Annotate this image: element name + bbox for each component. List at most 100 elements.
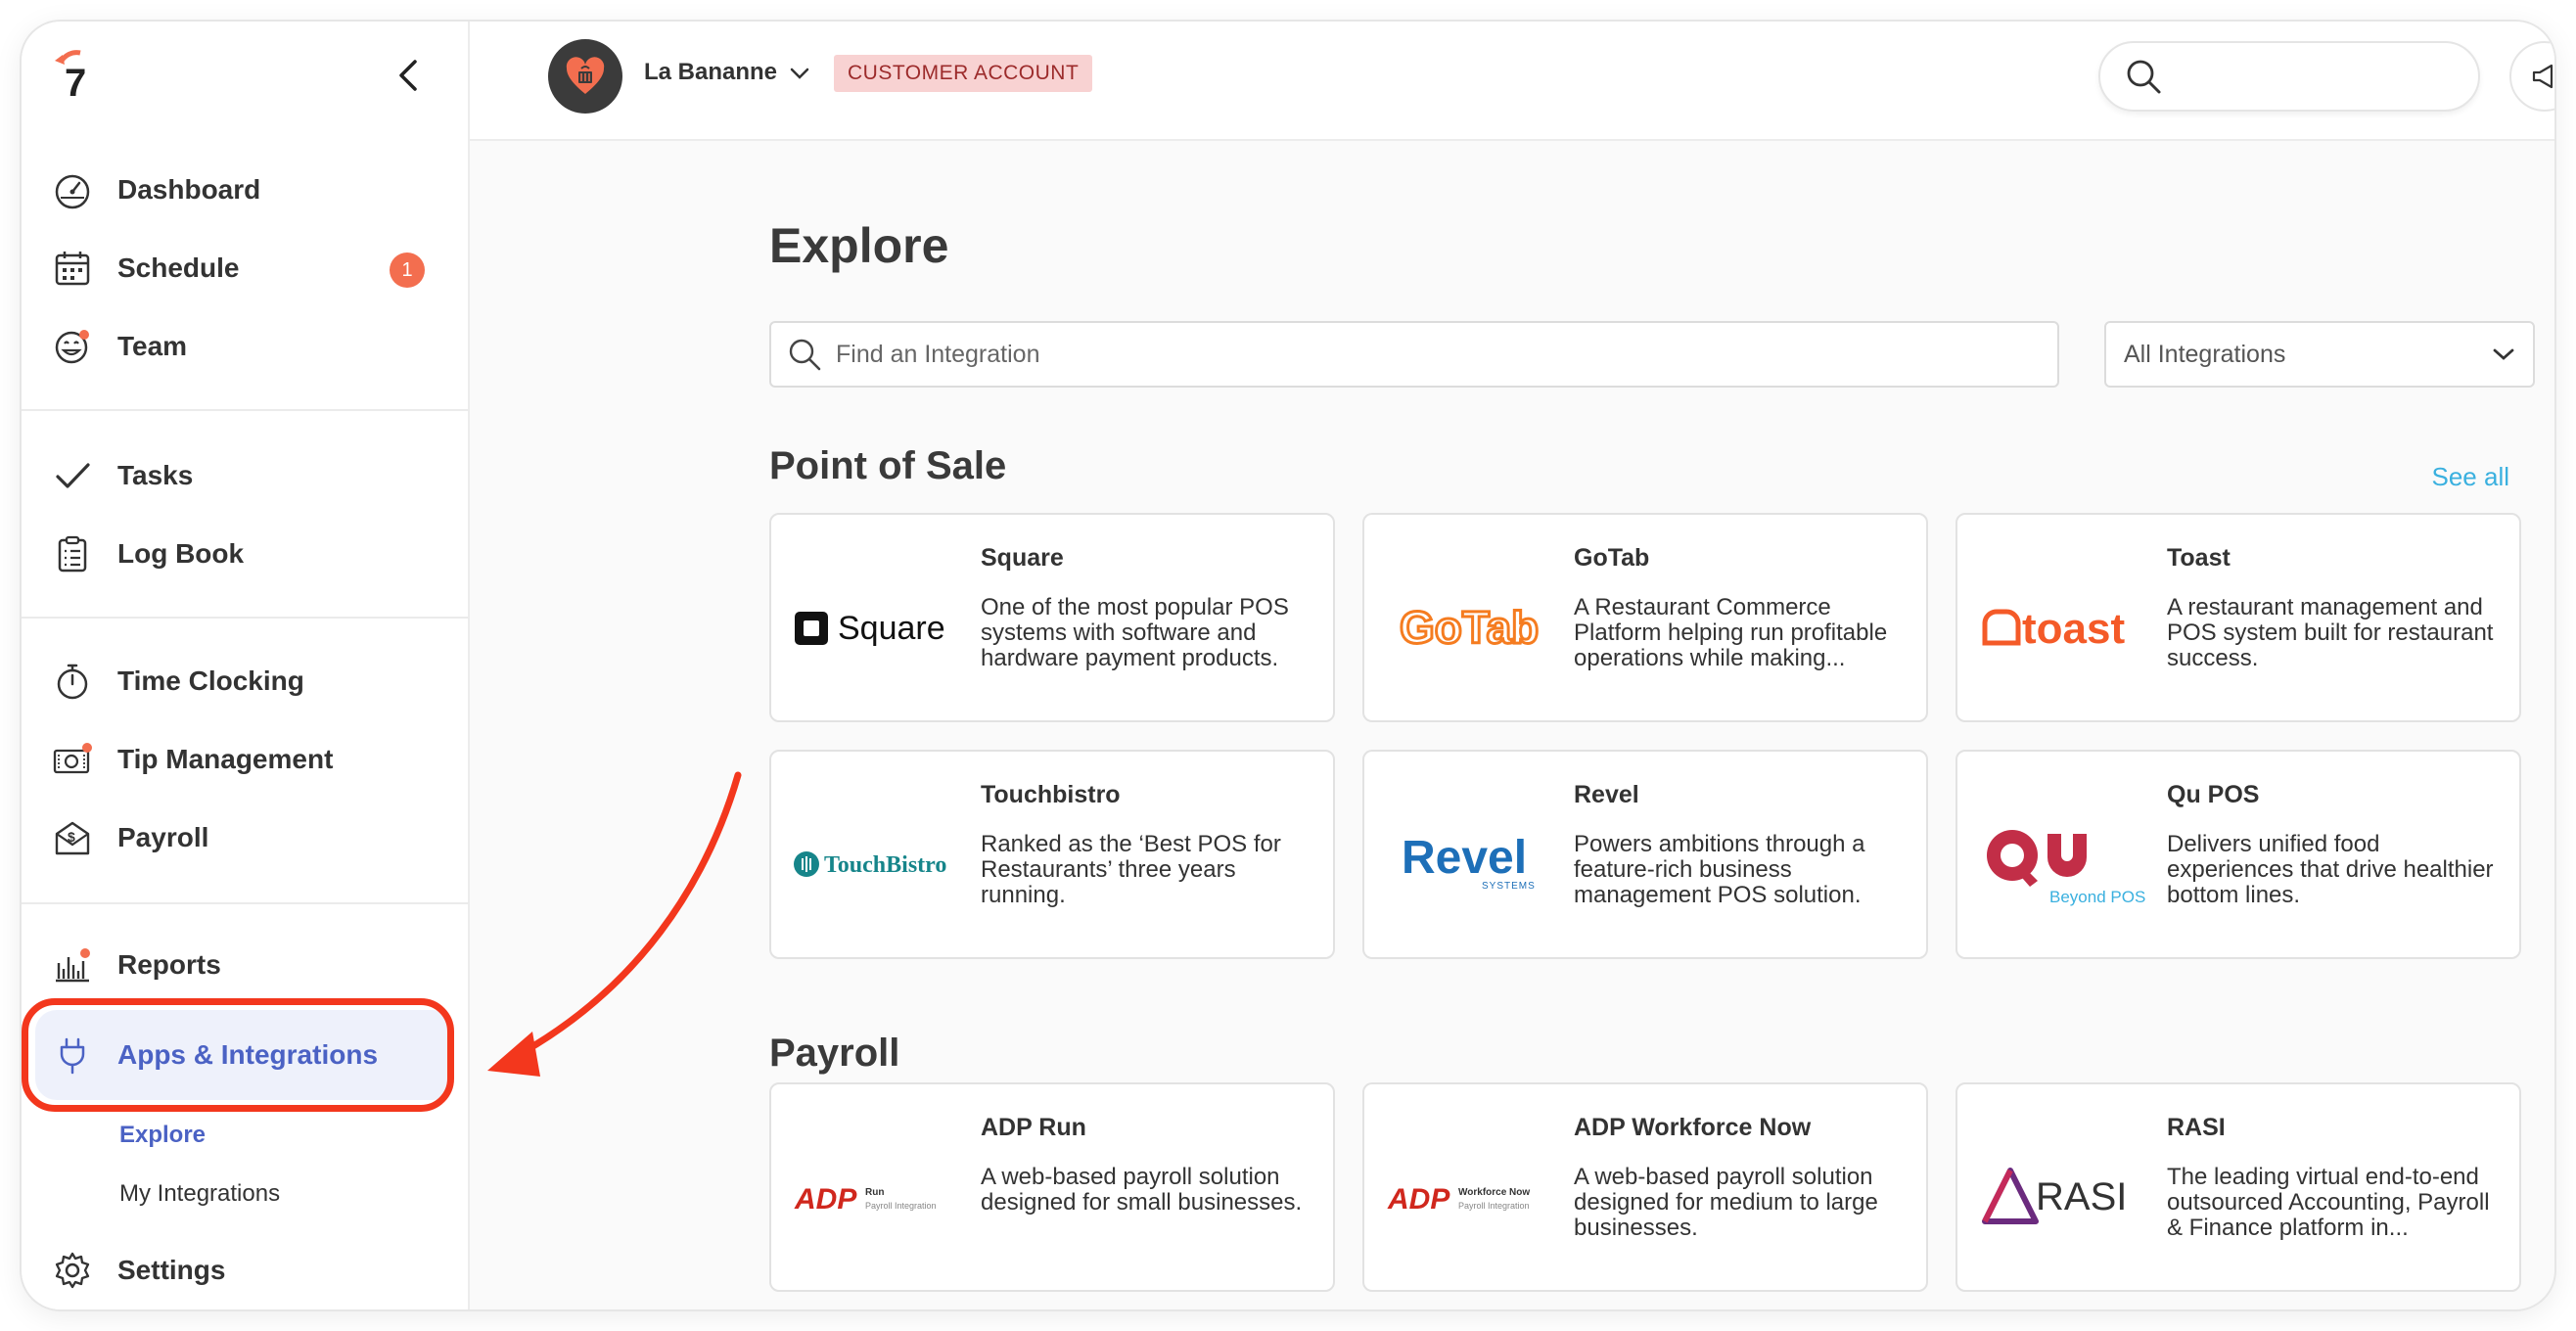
integration-name: Toast: [2167, 544, 2231, 572]
svg-text:TouchBistro: TouchBistro: [824, 852, 946, 878]
sidebar-item-team[interactable]: Team: [51, 317, 452, 376]
annotation-arrow-icon: [487, 771, 742, 1077]
gear-icon: [51, 1249, 94, 1292]
search-icon: [2127, 60, 2161, 94]
sidebar-item-settings[interactable]: Settings: [51, 1241, 452, 1300]
integration-name: Revel: [1574, 781, 1639, 808]
integration-card-adp-run[interactable]: ADP Run Payroll Integration ADP Run A web-…: [769, 1082, 1335, 1292]
sidebar-item-dashboard[interactable]: Dashboard: [51, 161, 452, 219]
integration-search-input[interactable]: [836, 340, 2010, 369]
megaphone-icon: [2532, 64, 2553, 89]
integration-card-square[interactable]: Square Square One of the most popular PO…: [769, 513, 1335, 722]
subnav-explore[interactable]: Explore: [119, 1122, 206, 1149]
sidebar-item-time-clocking[interactable]: Time Clocking: [51, 652, 452, 711]
integration-name: Touchbistro: [981, 781, 1121, 808]
top-header: La Bananne CUSTOMER ACCOUNT: [470, 22, 2554, 141]
stopwatch-icon: [51, 660, 94, 703]
sidebar-item-label: Schedule: [117, 252, 240, 283]
section-title-point-of-sale: Point of Sale: [769, 444, 1007, 487]
sidebar-item-label: Time Clocking: [117, 666, 304, 696]
integration-name: RASI: [2167, 1114, 2226, 1141]
integration-name: Qu POS: [2167, 781, 2260, 808]
integration-name: Square: [981, 544, 1064, 572]
select-value: All Integrations: [2124, 340, 2286, 368]
adp-run-logo: ADP Run Payroll Integration: [791, 1153, 977, 1241]
account-name[interactable]: La Bananne: [644, 59, 777, 86]
see-all-link[interactable]: See all: [2432, 462, 2510, 492]
integration-name: ADP Workforce Now: [1574, 1114, 1812, 1141]
search-icon: [789, 339, 821, 371]
svg-text:RASI: RASI: [2036, 1175, 2127, 1218]
toast-logo: toast: [1977, 583, 2163, 671]
svg-text:Payroll Integration: Payroll Integration: [1458, 1201, 1530, 1211]
collapse-sidebar-button[interactable]: [384, 51, 433, 100]
integration-card-revel[interactable]: Revel SYSTEMS Revel Powers ambitions thro…: [1362, 750, 1928, 959]
money-envelope-icon: $: [51, 816, 94, 859]
integration-description: One of the most popular POS systems with…: [981, 594, 1289, 671]
svg-text:toast: toast: [2022, 605, 2125, 653]
sidebar-item-payroll[interactable]: $ Payroll: [51, 808, 452, 867]
touchbistro-logo: TouchBistro: [791, 820, 977, 908]
sidebar-divider: [22, 409, 470, 411]
sidebar-item-log-book[interactable]: Log Book: [51, 525, 452, 583]
svg-text:SYSTEMS: SYSTEMS: [1482, 881, 1536, 892]
integration-card-touchbistro[interactable]: TouchBistro Touchbistro Ranked as the ‘B…: [769, 750, 1335, 959]
account-avatar[interactable]: [548, 39, 622, 114]
integration-description: A Restaurant Commerce Platform helping r…: [1574, 594, 1888, 671]
global-search-box[interactable]: [2098, 41, 2480, 112]
integration-card-qu-pos[interactable]: Beyond POS Qu POS Delivers unified food …: [1955, 750, 2521, 959]
clipboard-icon: [51, 532, 94, 575]
sidebar-item-label: Tasks: [117, 460, 194, 490]
integration-card-adp-workforce-now[interactable]: ADP Workforce Now Payroll Integration ADP …: [1362, 1082, 1928, 1292]
integration-card-gotab[interactable]: GoTab GoTab A Restaurant Commerce Platfo…: [1362, 513, 1928, 722]
svg-text:Square: Square: [838, 610, 945, 647]
revel-logo: Revel SYSTEMS: [1384, 820, 1570, 908]
sidebar-item-label: Reports: [117, 949, 221, 980]
dashboard-gauge-icon: [51, 168, 94, 211]
square-logo: Square: [791, 583, 977, 671]
integration-description: A restaurant management and POS system b…: [2167, 594, 2494, 671]
integration-description: Powers ambitions through a feature-rich …: [1574, 831, 1865, 908]
sidebar-item-label: Team: [117, 331, 188, 361]
sidebar-item-apps-integrations[interactable]: Apps & Integrations: [51, 1026, 452, 1084]
sidebar-item-reports[interactable]: Reports: [51, 936, 452, 994]
logo-text: 7: [65, 62, 86, 102]
svg-text:Revel: Revel: [1402, 832, 1527, 884]
chevron-down-icon: [2493, 348, 2514, 360]
svg-text:Workforce Now: Workforce Now: [1458, 1187, 1530, 1198]
section-title-payroll: Payroll: [769, 1032, 900, 1075]
svg-text:Payroll Integration: Payroll Integration: [865, 1201, 937, 1211]
integration-search[interactable]: [769, 321, 2059, 388]
sidebar: 7 Dashboard Schedule 1 Team Tasks Log Bo…: [22, 22, 470, 1309]
integration-card-rasi[interactable]: RASI RASI The leading virtual end-to-end…: [1955, 1082, 2521, 1292]
plug-icon: [51, 1033, 94, 1077]
bar-chart-icon: [51, 943, 94, 987]
integration-card-toast[interactable]: toast Toast A restaurant management and …: [1955, 513, 2521, 722]
sidebar-item-tasks[interactable]: Tasks: [51, 446, 452, 505]
sidebar-item-label: Apps & Integrations: [117, 1039, 379, 1070]
sidebar-item-label: Dashboard: [117, 174, 261, 205]
svg-text:ADP: ADP: [1387, 1183, 1450, 1216]
schedule-notification-badge: 1: [390, 252, 425, 288]
integration-description: A web-based payroll solution designed fo…: [1574, 1164, 1878, 1241]
sidebar-item-label: Log Book: [117, 538, 245, 569]
sidebar-divider: [22, 617, 470, 619]
integration-description: Ranked as the ‘Best POS for Restaurants’…: [981, 831, 1281, 908]
subnav-my-integrations[interactable]: My Integrations: [119, 1180, 280, 1208]
svg-text:ADP: ADP: [794, 1183, 857, 1216]
chevron-down-icon[interactable]: [789, 67, 810, 85]
checkmark-icon: [51, 454, 94, 497]
qu-pos-logo: Beyond POS: [1977, 820, 2163, 908]
customer-account-badge: CUSTOMER ACCOUNT: [834, 55, 1093, 92]
sidebar-item-label: Payroll: [117, 822, 209, 852]
integration-description: A web-based payroll solution designed fo…: [981, 1164, 1303, 1216]
calendar-icon: [51, 247, 94, 290]
integration-category-select[interactable]: All Integrations: [2104, 321, 2535, 388]
integration-name: GoTab: [1574, 544, 1650, 572]
brand-logo-icon[interactable]: 7: [51, 47, 110, 105]
announcements-button[interactable]: [2509, 41, 2554, 112]
integration-description: The leading virtual end-to-end outsource…: [2167, 1164, 2490, 1241]
svg-text:Beyond POS: Beyond POS: [2049, 888, 2145, 906]
sidebar-item-tip-management[interactable]: Tip Management: [51, 730, 452, 789]
heart-basket-icon: [566, 57, 605, 94]
